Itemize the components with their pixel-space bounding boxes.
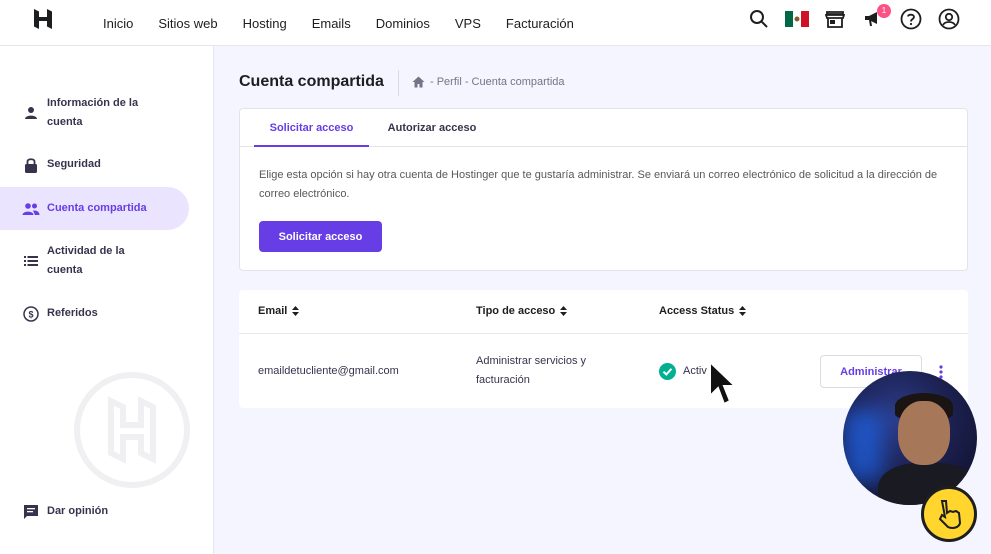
breadcrumb-text[interactable]: - Perfil - Cuenta compartida [430,76,565,88]
top-icon-group: 1 [733,4,961,31]
feedback-label: Dar opinión [47,505,109,517]
mouse-cursor-icon [708,359,738,417]
check-circle-icon [659,363,676,380]
list-icon [22,252,40,270]
sidebar-feedback[interactable]: Dar opinión [0,502,189,521]
hostinger-logo-icon[interactable] [31,7,55,31]
hostinger-watermark-icon [73,371,191,489]
sidebar-item-label: Actividad de la cuenta [47,245,125,276]
dollar-icon: $ [22,305,40,323]
home-icon[interactable] [412,76,425,88]
column-header-label: Email [258,305,288,317]
nav-inicio[interactable]: Inicio [103,16,133,31]
column-header-email[interactable]: Email [258,305,300,317]
sidebar-item-seguridad[interactable]: Seguridad [0,155,189,174]
sidebar-item-label: Referidos [47,307,98,319]
megaphone-icon[interactable]: 1 [861,4,891,31]
nav-sitios-web[interactable]: Sitios web [158,16,217,31]
sidebar-item-actividad[interactable]: Actividad de la cuenta [0,242,189,280]
lock-icon [22,156,40,174]
column-header-label: Access Status [659,305,735,317]
mexico-flag-icon[interactable] [785,7,809,31]
breadcrumb: - Perfil - Cuenta compartida [412,76,565,88]
sidebar-item-informacion[interactable]: Información de la cuenta [0,94,189,132]
nav-dominios[interactable]: Dominios [376,16,430,31]
sidebar-item-cuenta-compartida[interactable]: Cuenta compartida [0,187,189,230]
feedback-icon [22,503,40,521]
request-access-button[interactable]: Solicitar acceso [259,221,382,252]
help-icon[interactable] [899,7,923,31]
breadcrumb-divider [398,70,399,96]
request-access-card: Solicitar acceso Autorizar acceso Elige … [239,108,968,271]
row-status: Activ [659,362,707,381]
table-header-divider [239,333,968,334]
svg-text:$: $ [28,309,33,319]
notification-badge: 1 [877,4,891,18]
sidebar-item-referidos[interactable]: $ Referidos [0,304,189,323]
column-header-access-type[interactable]: Tipo de acceso [476,305,568,317]
shared-accounts-table: Email Tipo de acceso Access Status email… [239,290,968,408]
people-icon [22,200,40,218]
sort-icon [560,306,568,316]
search-icon[interactable] [747,7,771,31]
top-navigation-bar: Inicio Sitios web Hosting Emails Dominio… [0,0,991,46]
pointing-hand-icon [921,486,977,542]
page-title: Cuenta compartida [239,73,384,90]
sidebar-item-label: Información de la cuenta [47,97,139,128]
status-label: Activ [683,365,707,377]
column-header-label: Tipo de acceso [476,305,556,317]
nav-vps[interactable]: VPS [455,16,481,31]
nav-hosting[interactable]: Hosting [243,16,287,31]
main-nav: Inicio Sitios web Hosting Emails Dominio… [103,0,599,46]
sort-icon [292,306,300,316]
column-header-access-status[interactable]: Access Status [659,305,747,317]
tab-autorizar-acceso[interactable]: Autorizar acceso [376,109,488,147]
nav-emails[interactable]: Emails [312,16,351,31]
request-description: Elige esta opción si hay otra cuenta de … [259,169,938,200]
row-access-type: Administrar servicios y facturación [476,355,587,386]
nav-facturacion[interactable]: Facturación [506,16,574,31]
access-tabs: Solicitar acceso Autorizar acceso [240,109,967,147]
sidebar-item-label: Cuenta compartida [47,202,147,214]
webcam-overlay [843,371,977,505]
tab-solicitar-acceso[interactable]: Solicitar acceso [254,109,369,147]
sidebar: Información de la cuenta Seguridad Cuent… [0,46,214,554]
sort-icon [739,306,747,316]
person-icon [22,104,40,122]
account-icon[interactable] [937,7,961,31]
sidebar-item-label: Seguridad [47,158,101,170]
row-email: emaildetucliente@gmail.com [258,365,399,377]
store-icon[interactable] [823,7,847,31]
